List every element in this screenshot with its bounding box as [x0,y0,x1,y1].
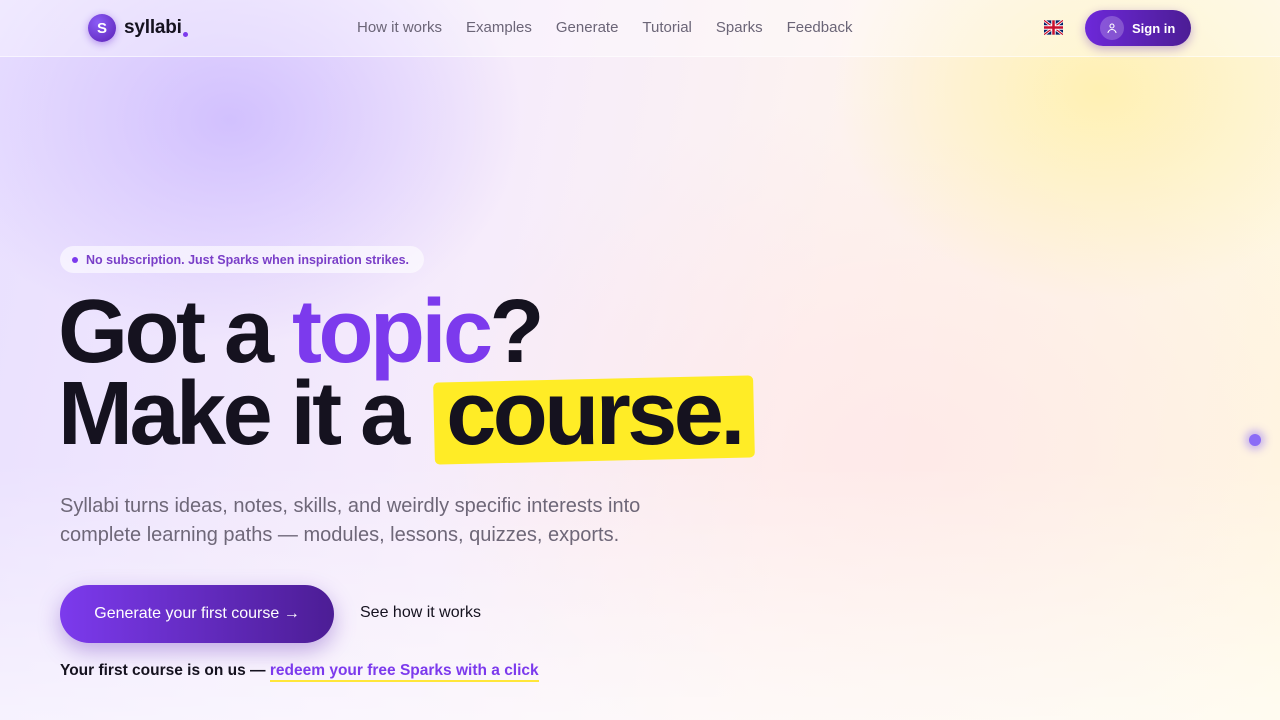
badge-text: No subscription. Just Sparks when inspir… [86,252,409,267]
uk-flag-icon[interactable] [1044,20,1063,35]
brand-logo[interactable]: S syllabi [88,14,188,42]
pricing-badge: No subscription. Just Sparks when inspir… [60,246,424,273]
syllabi-logo-icon: S [88,14,116,42]
nav-how-it-works[interactable]: How it works [357,19,442,36]
free-course-note-text: Your first course is on us — [60,662,270,679]
nav-tutorial[interactable]: Tutorial [642,19,691,36]
nav-sparks[interactable]: Sparks [716,19,763,36]
sign-in-button[interactable]: Sign in [1085,10,1191,46]
hero-subtitle: Syllabi turns ideas, notes, skills, and … [60,495,641,546]
badge-dot [72,257,78,263]
nav-examples[interactable]: Examples [466,19,532,36]
headline-highlight-word: course. [434,369,754,459]
hero-headline: Got a topic? Make it a course. [58,287,754,459]
main-nav: How it works Examples Generate Tutorial … [357,19,852,36]
redeem-sparks-link[interactable]: redeem your free Sparks with a click [269,662,539,682]
site-header: S syllabi How it works Examples Generate… [0,0,1280,57]
sign-in-label: Sign in [1132,20,1176,36]
nav-generate[interactable]: Generate [556,19,619,36]
headline-line-1: Got a topic? [58,287,754,377]
user-icon [1100,16,1124,40]
headline-text: Make it a [58,364,410,464]
decorative-glow-dot [1249,434,1261,446]
nav-feedback[interactable]: Feedback [787,19,853,36]
generate-first-course-button[interactable]: Generate your first course → [60,585,334,643]
brand-dot [182,32,188,37]
brand-name: syllabi [124,17,188,39]
see-how-it-works-link[interactable]: See how it works [360,604,481,622]
free-course-note: Your first course is on us — redeem your… [60,662,539,682]
headline-line-2: Make it a course. [58,369,754,459]
